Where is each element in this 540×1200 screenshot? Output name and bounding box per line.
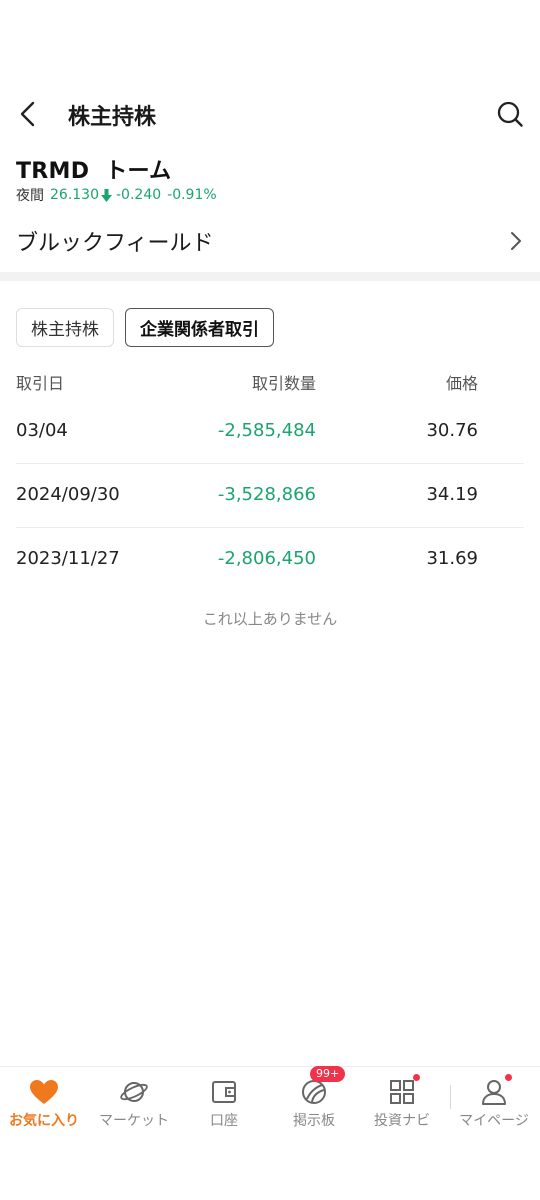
section-divider: [0, 272, 540, 281]
tab-bar: 株主持株 企業関係者取引: [16, 308, 274, 347]
row-quantity: -2,806,450: [217, 548, 316, 569]
back-button[interactable]: [10, 96, 46, 132]
nav-invest-navi[interactable]: 投資ナビ: [358, 1074, 446, 1130]
table-header: 取引日 取引数量 価格: [16, 362, 524, 400]
user-icon: [478, 1074, 512, 1107]
search-button[interactable]: [492, 96, 528, 132]
page-title: 株主持株: [68, 105, 157, 130]
tab-insider-trades[interactable]: 企業関係者取引: [125, 308, 274, 347]
row-price: 34.19: [426, 484, 478, 505]
page-header: 株主持株: [0, 88, 540, 140]
nav-label: お気に入り: [9, 1113, 79, 1129]
table-row: 2024/09/30 -3,528,866 34.19: [16, 464, 524, 528]
nav-label: 口座: [210, 1113, 238, 1129]
row-date: 2024/09/30: [16, 484, 120, 505]
nav-label: 投資ナビ: [374, 1113, 430, 1129]
notification-dot: [413, 1074, 420, 1081]
nav-label: 掲示板: [293, 1113, 335, 1129]
header-quantity: 取引数量: [251, 374, 316, 393]
arrow-down-icon: [101, 188, 112, 202]
row-date: 03/04: [16, 420, 68, 441]
nav-board[interactable]: 99+ 掲示板: [270, 1066, 358, 1130]
row-date: 2023/11/27: [16, 548, 120, 569]
tab-shareholdings[interactable]: 株主持株: [16, 308, 114, 347]
table-row: 03/04 -2,585,484 30.76: [16, 400, 524, 464]
planet-icon: [118, 1077, 150, 1107]
nav-favorites[interactable]: お気に入り: [0, 1077, 88, 1130]
nav-label: マーケット: [99, 1113, 169, 1129]
quote-change: -0.240: [116, 187, 162, 203]
header-date: 取引日: [16, 374, 65, 393]
quote-line: 夜間 26.130 -0.240 -0.91%: [16, 185, 217, 205]
holder-row[interactable]: ブルックフィールド: [0, 218, 540, 264]
search-icon: [497, 101, 523, 127]
row-quantity: -2,585,484: [217, 420, 316, 441]
wallet-icon: [208, 1077, 240, 1107]
header-price: 価格: [445, 374, 478, 393]
quote-price: 26.130: [50, 187, 99, 203]
board-icon: 99+: [298, 1066, 346, 1107]
quote-change-pct: -0.91%: [167, 187, 217, 203]
heart-icon: [28, 1077, 60, 1107]
notification-badge: 99+: [310, 1066, 346, 1082]
chevron-left-icon: [20, 101, 35, 127]
trades-table: 取引日 取引数量 価格 03/04 -2,585,484 30.76 2024/…: [16, 362, 524, 592]
grid-icon: [386, 1074, 420, 1107]
session-label: 夜間: [16, 188, 44, 204]
row-price: 30.76: [426, 420, 478, 441]
nav-account[interactable]: 口座: [180, 1077, 268, 1130]
stock-name: TRMD トーム: [16, 159, 172, 184]
bottom-nav: お気に入り マーケット 口座 99+ 掲示板 投資ナビ マイページ: [0, 1066, 540, 1136]
row-quantity: -3,528,866: [217, 484, 316, 505]
nav-market[interactable]: マーケット: [90, 1077, 178, 1130]
table-row: 2023/11/27 -2,806,450 31.69: [16, 528, 524, 592]
chevron-right-icon: [506, 229, 526, 253]
notification-dot: [505, 1074, 512, 1081]
no-more-text: これ以上ありません: [202, 610, 338, 628]
nav-label: マイページ: [459, 1113, 529, 1129]
holder-name: ブルックフィールド: [16, 231, 214, 256]
nav-mypage[interactable]: マイページ: [450, 1074, 538, 1130]
row-price: 31.69: [426, 548, 478, 569]
